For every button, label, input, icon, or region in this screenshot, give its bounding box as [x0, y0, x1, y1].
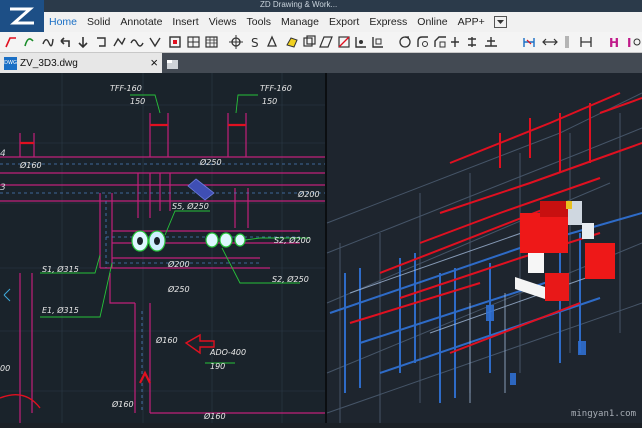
menu-solid[interactable]: Solid: [82, 16, 115, 28]
close-tab-icon[interactable]: ×: [150, 55, 158, 70]
redo-icon[interactable]: [94, 35, 108, 49]
label-left-edge-value: 00: [0, 364, 10, 373]
svg-text:3: 3: [0, 183, 6, 193]
table-tool-icon[interactable]: [187, 36, 200, 48]
menu-insert[interactable]: Insert: [167, 16, 203, 28]
diffuser-group-right: [205, 232, 246, 248]
move-down-icon[interactable]: [76, 35, 90, 49]
linear-dim-icon[interactable]: [542, 38, 558, 46]
window-title: ZD Drawing & Work...: [260, 0, 338, 9]
separator-icon: [565, 36, 569, 48]
svg-text:S: S: [251, 36, 259, 50]
watermark: mingyan1.com: [570, 409, 636, 419]
undo-icon[interactable]: [58, 35, 72, 49]
line-tool-icon[interactable]: [4, 35, 18, 49]
label-e1: E1, Ø315: [42, 305, 79, 315]
label-tff-left-name: TFF-160: [110, 84, 142, 93]
viewport-divider[interactable]: [325, 73, 327, 423]
fillet-tool-icon[interactable]: [417, 36, 428, 47]
scale-tool-icon[interactable]: [372, 37, 383, 48]
copy-tool-icon[interactable]: [303, 35, 316, 47]
label-d250-center: Ø250: [167, 284, 190, 294]
array-tool-icon[interactable]: [286, 37, 298, 48]
label-d200-right: Ø200: [297, 189, 320, 199]
rotate-tool-icon[interactable]: [399, 36, 411, 48]
block-tool-icon[interactable]: [169, 36, 181, 48]
menu-express[interactable]: Express: [364, 16, 412, 28]
menu-bar: Home Solid Annotate Insert Views Tools M…: [44, 12, 642, 33]
vertical-dim-icon[interactable]: [580, 37, 592, 47]
hatch-tool-icon[interactable]: H: [609, 36, 619, 50]
label-d160-lower: Ø160: [155, 335, 178, 345]
document-tab[interactable]: DWG ZV_3D3.dwg ×: [0, 53, 162, 73]
label-ado-name: ADO-400: [209, 348, 246, 357]
crosshair-icon[interactable]: [229, 35, 243, 49]
app-logo[interactable]: [0, 0, 44, 32]
wave-tool-icon[interactable]: [130, 35, 144, 49]
label-d160-bottom: Ø160: [111, 399, 134, 409]
label-d160-top: Ø160: [19, 160, 42, 170]
menu-views[interactable]: Views: [204, 16, 242, 28]
svg-text:I: I: [627, 36, 631, 50]
new-tab-button[interactable]: [166, 57, 179, 69]
break-tool-icon[interactable]: [451, 37, 459, 47]
plan-view[interactable]: TFF-160 150 TFF-160 150 Ø160 Ø250 Ø200 S…: [0, 73, 326, 423]
dimension-tool-icon[interactable]: [523, 38, 535, 47]
join-tool-icon[interactable]: [468, 37, 476, 47]
document-tab-label: ZV_3D3.dwg: [20, 57, 78, 69]
label-s5: S5, Ø250: [172, 201, 209, 211]
align-tool-icon[interactable]: [485, 37, 497, 47]
label-s2-upper: S2, Ø200: [274, 235, 311, 245]
menu-export[interactable]: Export: [324, 16, 364, 28]
chamfer-tool-icon[interactable]: [434, 36, 446, 48]
menu-online[interactable]: Online: [412, 16, 452, 28]
mirror-tool-icon[interactable]: [148, 35, 162, 49]
stretch-tool-icon[interactable]: S: [251, 36, 259, 50]
trim-tool-icon[interactable]: [338, 36, 350, 48]
label-tff-right-value: 150: [262, 97, 277, 106]
label-tff-left-value: 150: [130, 97, 145, 106]
drawing-area[interactable]: TFF-160 150 TFF-160 150 Ø160 Ø250 Ø200 S…: [0, 73, 642, 423]
arc-tool-icon[interactable]: [22, 35, 36, 49]
label-s2-lower: S2, Ø250: [272, 274, 309, 284]
ribbon-collapse-button[interactable]: [493, 16, 507, 28]
explode-tool-icon[interactable]: [266, 35, 278, 47]
3d-view[interactable]: [326, 73, 642, 423]
polyline-tool-icon[interactable]: [112, 35, 126, 49]
svg-text:4: 4: [0, 149, 6, 159]
label-d200-center: Ø200: [167, 259, 190, 269]
quick-toolbar: S H I: [0, 32, 642, 53]
label-d160-bottom2: Ø160: [203, 411, 226, 421]
offset-tool-icon[interactable]: [319, 36, 333, 48]
menu-home[interactable]: Home: [44, 16, 82, 28]
svg-text:H: H: [609, 36, 619, 50]
label-s1: S1, Ø315: [42, 264, 79, 274]
text-tool-icon[interactable]: I: [627, 36, 641, 50]
zw-logo-icon: [10, 7, 34, 25]
label-tff-right-name: TFF-160: [260, 84, 292, 93]
label-ado-value: 190: [210, 362, 225, 371]
dwg-file-icon: DWG: [4, 56, 17, 70]
label-d250-top: Ø250: [199, 157, 222, 167]
menu-app-plus[interactable]: APP+: [453, 16, 490, 28]
title-bar: ZD Drawing & Work...: [0, 0, 642, 12]
extend-tool-icon[interactable]: [355, 37, 366, 48]
new-document-icon: [167, 60, 178, 69]
spline-tool-icon[interactable]: [40, 35, 54, 49]
chevron-down-icon: [496, 20, 504, 24]
menu-tools[interactable]: Tools: [242, 16, 277, 28]
menu-annotate[interactable]: Annotate: [115, 16, 167, 28]
document-tab-bar: DWG ZV_3D3.dwg ×: [0, 53, 642, 73]
grid-tool-icon[interactable]: [205, 36, 218, 48]
menu-manage[interactable]: Manage: [276, 16, 324, 28]
